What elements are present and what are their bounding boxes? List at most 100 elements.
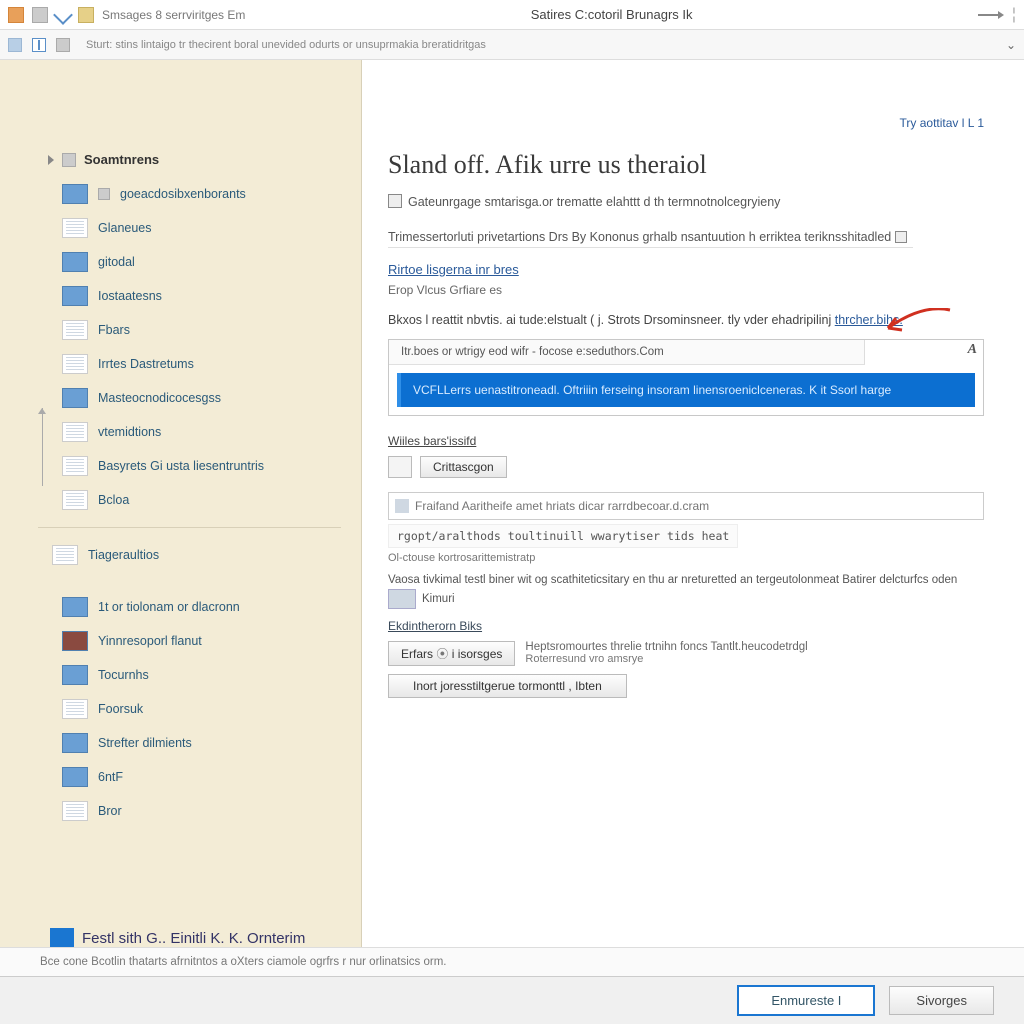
sb-item-8[interactable]: Basyrets Gi usta liesentruntris (38, 449, 361, 483)
form-section-label: Wiiles bars'issifd (388, 434, 984, 448)
section-note: Trimessertorluti privetartions Drs By Ko… (388, 227, 913, 248)
app-icon (8, 7, 24, 23)
main: Soamtnrens goeacdosibxenborants Glaneues… (0, 60, 1024, 960)
sb-item-0[interactable]: goeacdosibxenborants (38, 177, 361, 211)
section-note-text: Trimessertorluti privetartions Drs By Ko… (388, 230, 891, 244)
section-heading[interactable]: Rirtoe lisgerna inr bres (388, 262, 984, 277)
sb-item-1-label: Glaneues (98, 221, 152, 235)
sb-item2-2-label: Tocurnhs (98, 668, 149, 682)
sb-extra-1-label: Tiageraultios (88, 548, 159, 562)
content-panel: Try aottitav l L 1 Sland off. Afik urre … (362, 60, 1024, 960)
pin-icon[interactable] (32, 38, 46, 52)
tool-icon-1[interactable] (8, 38, 22, 52)
note-icon (895, 231, 907, 243)
chevron-down-icon[interactable]: ⌄ (1006, 38, 1016, 52)
title-center-text: Satires C:cotoril Brunagrs Ik (245, 7, 977, 22)
sb-item2-4-label: Strefter dilmients (98, 736, 192, 750)
page-description: Gateunrgage smtarisga.or trematte elahtt… (388, 194, 984, 209)
star-icon[interactable] (78, 7, 94, 23)
sb-item-3[interactable]: Iostaatesns (38, 279, 361, 313)
sb-item-3-label: Iostaatesns (98, 289, 162, 303)
sidebar: Soamtnrens goeacdosibxenborants Glaneues… (0, 60, 362, 960)
sb-item-7[interactable]: vtemidtions (38, 415, 361, 449)
edit-button-1[interactable]: Erfars ⦿ i isorsges (388, 641, 515, 666)
long-button-row: Inort joresstiltgerue tormonttl , Ibten (388, 674, 984, 698)
info-paragraph: Vaosa tivkimal testl biner wit og scathi… (388, 572, 984, 609)
info-paragraph-text: Vaosa tivkimal testl biner wit og scathi… (388, 574, 957, 586)
doc-icon (32, 7, 48, 23)
sb-item-6-label: Masteocnodicocesgss (98, 391, 221, 405)
mono-path: rgopt/aralthods toultinuill wwarytiser t… (388, 524, 738, 548)
titlebar-left-icons (8, 7, 94, 23)
info-icon[interactable]: ¦ (1012, 6, 1016, 24)
back-icon[interactable] (53, 5, 73, 25)
edit-button-1-label: Erfars (401, 647, 433, 661)
long-action-button[interactable]: Inort joresstiltgerue tormonttl , Ibten (388, 674, 627, 698)
category-row: Crittascgon (388, 456, 984, 478)
side-notes: Heptsromourtes threlie trtnihn foncs Tan… (525, 641, 984, 665)
tree-line (42, 408, 43, 486)
sb-item2-1-label: Yinnresoporl flanut (98, 634, 202, 648)
side-note-2: Roterresund vro amsrye (525, 653, 984, 665)
annotation-arrow-icon (882, 308, 952, 336)
path-input[interactable] (415, 499, 977, 513)
edit-buttons-row: Erfars ⦿ i isorsges Heptsromourtes threl… (388, 641, 984, 666)
sb-item2-0-label: 1t or tiolonam or dlacronn (98, 600, 240, 614)
sb-item2-3[interactable]: Foorsuk (38, 692, 361, 726)
sb-item2-5[interactable]: 6ntF (38, 760, 361, 794)
folder-icon (395, 499, 409, 513)
toolbar: Sturt: stins lintaigo tr thecirent boral… (0, 30, 1024, 60)
side-note-1: Heptsromourtes threlie trtnihn foncs Tan… (525, 641, 984, 653)
sb-item-2-label: gitodal (98, 255, 135, 269)
code-box: A Itr.boes or wtrigy eod wifr - focose e… (388, 339, 984, 416)
sb-item2-1[interactable]: Yinnresoporl flanut (38, 624, 361, 658)
code-a-icon[interactable]: A (968, 342, 977, 358)
category-button[interactable]: Crittascgon (420, 456, 507, 478)
info-paragraph-sub: Kimuri (422, 593, 455, 605)
code-body: VCFLLerrs uenastitroneadl. Oftriiin fers… (397, 373, 975, 407)
titlebar: Smsages 8 serrviritges Em Satires C:coto… (0, 0, 1024, 30)
block-prefix: Bkxos l reattit nbvtis. ai tude:elstualt… (388, 313, 831, 327)
links-label[interactable]: Ekdintherorn Biks (388, 619, 984, 633)
sb-item2-3-label: Foorsuk (98, 702, 143, 716)
small-note: Ol-ctouse kortrosarittemistratp (388, 552, 984, 564)
arrow-right-icon[interactable] (978, 14, 1002, 16)
sb-item-2[interactable]: gitodal (38, 245, 361, 279)
title-left-text: Smsages 8 serrviritges Em (102, 8, 245, 22)
sb-item-5-label: Irrtes Dastretums (98, 357, 194, 371)
sb-item2-5-label: 6ntF (98, 770, 123, 784)
sb-item-4[interactable]: Fbars (38, 313, 361, 347)
edit-button-1-sublabel: i isorsges (452, 647, 503, 661)
sb-item-9[interactable]: Bcloa (38, 483, 361, 517)
sb-item-4-label: Fbars (98, 323, 130, 337)
titlebar-right-icons: ¦ (978, 6, 1016, 24)
sb-item-1[interactable]: Glaneues (38, 211, 361, 245)
expand-icon (48, 155, 54, 165)
action-bar: Enmureste I Sivorges (0, 976, 1024, 1024)
toolbar-hint: Sturt: stins lintaigo tr thecirent boral… (86, 39, 486, 51)
sb-item2-2[interactable]: Tocurnhs (38, 658, 361, 692)
category-icon-button[interactable] (388, 456, 412, 478)
sidebar-footer-label: Festl sith G.. Einitli K. K. Ornterim (82, 930, 305, 947)
sidebar-heading[interactable]: Soamtnrens (38, 146, 361, 177)
ok-button[interactable]: Enmureste I (737, 985, 875, 1016)
sb-item2-0[interactable]: 1t or tiolonam or dlacronn (38, 590, 361, 624)
page-title: Sland off. Afik urre us theraiol (388, 150, 984, 180)
sb-item2-4[interactable]: Strefter dilmients (38, 726, 361, 760)
sb-item2-6-label: Bror (98, 804, 122, 818)
page-description-text: Gateunrgage smtarisga.or trematte elahtt… (408, 195, 780, 209)
section-subline: Erop Vlcus Grfiare es (388, 283, 984, 297)
top-link[interactable]: Try aottitav l L 1 (900, 116, 984, 130)
sb-item-5[interactable]: Irrtes Dastretums (38, 347, 361, 381)
sb-divider-1 (38, 527, 341, 528)
tool-icon-2[interactable] (56, 38, 70, 52)
sb-item-6[interactable]: Masteocnodicocesgss (38, 381, 361, 415)
sb-item2-6[interactable]: Bror (38, 794, 361, 828)
path-input-box[interactable] (388, 492, 984, 520)
clip-icon (388, 194, 402, 208)
heading-icon (62, 153, 76, 167)
sb-extra-1[interactable]: Tiageraultios (38, 538, 361, 572)
code-tab[interactable]: Itr.boes or wtrigy eod wifr - focose e:s… (389, 340, 865, 365)
sidebar-heading-label: Soamtnrens (84, 152, 159, 167)
cancel-button[interactable]: Sivorges (889, 986, 994, 1015)
